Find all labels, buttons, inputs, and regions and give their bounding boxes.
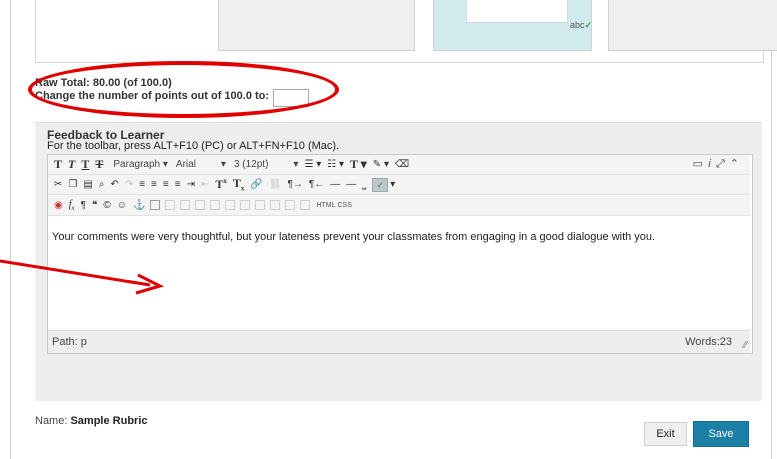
text-color-icon[interactable]: T ▾ xyxy=(350,157,367,172)
line-icon[interactable]: — xyxy=(346,179,356,190)
css-button[interactable]: CSS xyxy=(338,202,352,209)
merge-cells-icon[interactable] xyxy=(300,200,311,210)
paste-icon[interactable]: ▤ xyxy=(83,179,92,190)
horizontal-rule-icon[interactable]: — xyxy=(330,179,340,190)
align-center-icon[interactable]: ≡ xyxy=(151,179,157,190)
ltr-icon[interactable]: ¶→ xyxy=(288,179,303,190)
delete-col-icon[interactable] xyxy=(270,200,281,210)
toolbar-row-2: ✂ ❐ ▤ ⌕ ↶ ↷ ≡ ≡ ≡ ≡ ⇥ ⇤ Tx Tx 🔗 ⛓ ¶→ ¶← … xyxy=(48,175,750,195)
feedback-editor[interactable]: T T T T Paragraph ▾ Arial ▾ 3 (12pt) ▾ ☰… xyxy=(47,154,753,354)
split-cells-icon[interactable] xyxy=(285,200,296,210)
font-dropdown[interactable]: Arial ▾ xyxy=(176,159,226,170)
size-value: 3 (12pt) xyxy=(233,159,269,170)
insert-row-before-icon[interactable] xyxy=(195,200,206,210)
highlight-pen-icon[interactable]: ✎ ▾ xyxy=(373,159,389,170)
resize-grip-icon[interactable]: ⁄⁄ xyxy=(744,340,747,351)
nonbreaking-space-icon[interactable]: ⎵ xyxy=(362,179,366,190)
toolbar-right-icons: ▭𝑖⤢⌃ xyxy=(693,157,744,171)
undo-icon[interactable]: ↶ xyxy=(110,179,118,190)
table-row-props-icon[interactable] xyxy=(165,200,176,210)
feedback-text[interactable]: Your comments were very thoughtful, but … xyxy=(52,231,655,243)
save-button[interactable]: Save xyxy=(693,421,749,447)
spellcheck-button[interactable]: ✓ xyxy=(372,177,389,192)
link-icon[interactable]: 🔗 xyxy=(250,179,262,190)
cut-icon[interactable]: ✂ xyxy=(54,179,62,190)
emoticon-icon[interactable]: ☺ xyxy=(117,200,127,211)
eraser-icon[interactable]: ⌫ xyxy=(395,159,409,170)
outdent-icon[interactable]: ⇤ xyxy=(201,179,209,190)
html-button[interactable]: HTML xyxy=(316,202,335,209)
rtl-icon[interactable]: ¶← xyxy=(309,179,324,190)
element-path: Path: p xyxy=(52,336,87,348)
annotation-ellipse xyxy=(28,61,339,118)
insert-col-after-icon[interactable] xyxy=(255,200,266,210)
rubric-name-value: Sample Rubric xyxy=(70,415,148,427)
numbered-list-icon[interactable]: ☷ ▾ xyxy=(327,159,344,170)
rubric-name-label: Name: xyxy=(35,415,68,427)
size-dropdown[interactable]: 3 (12pt) ▾ xyxy=(234,159,299,170)
paragraph-dropdown[interactable]: Paragraph ▾ xyxy=(113,159,168,170)
fullscreen-icon[interactable]: ⤢ xyxy=(716,158,730,170)
info-icon[interactable]: 𝑖 xyxy=(708,158,716,170)
pilcrow-icon[interactable]: ¶ xyxy=(81,200,86,211)
strikethrough-button[interactable]: T xyxy=(95,157,103,172)
rubric-cell[interactable] xyxy=(218,0,415,51)
indent-icon[interactable]: ⇥ xyxy=(187,179,195,190)
table-cell-props-icon[interactable] xyxy=(180,200,191,210)
toolbar-hint: For the toolbar, press ALT+F10 (PC) or A… xyxy=(47,140,340,152)
anchor-icon[interactable]: ⚓ xyxy=(133,200,145,211)
rubric-cell-row: abc✓ xyxy=(35,0,777,63)
spellcheck-icon: abc✓ xyxy=(570,20,593,30)
math-icon[interactable]: fx xyxy=(69,199,75,212)
collapse-icon[interactable]: ⌃ xyxy=(730,158,744,170)
preview-icon[interactable]: ▭ xyxy=(693,158,708,170)
spellcheck-dropdown-icon[interactable]: ▾ xyxy=(390,179,395,190)
cell-textarea[interactable] xyxy=(466,0,568,23)
rubric-cell-selected[interactable]: abc✓ xyxy=(433,0,592,51)
font-value: Arial xyxy=(175,159,196,170)
toolbar-row-1: T T T T Paragraph ▾ Arial ▾ 3 (12pt) ▾ ☰… xyxy=(48,155,750,175)
italic-button[interactable]: T xyxy=(68,157,75,172)
align-left-icon[interactable]: ≡ xyxy=(139,179,145,190)
toolbar-row-3: ◉ fx ¶ ❝ © ☺ ⚓ HTML CSS xyxy=(48,195,750,216)
unlink-icon[interactable]: ⛓ xyxy=(269,179,282,190)
record-icon[interactable]: ◉ xyxy=(54,200,63,211)
insert-col-before-icon[interactable] xyxy=(240,200,251,210)
delete-row-icon[interactable] xyxy=(225,200,236,210)
table-icon[interactable] xyxy=(150,200,161,210)
paragraph-value: Paragraph xyxy=(113,159,161,170)
annotation-arrow xyxy=(0,259,165,295)
copy-icon[interactable]: ❐ xyxy=(68,179,77,190)
find-icon[interactable]: ⌕ xyxy=(99,179,105,190)
exit-button[interactable]: Exit xyxy=(644,422,687,446)
redo-icon[interactable]: ↷ xyxy=(125,179,133,190)
underline-button[interactable]: T xyxy=(81,157,89,172)
bold-button[interactable]: T xyxy=(54,157,62,172)
editor-status-bar: Path: p Words:23 ⁄⁄ xyxy=(48,330,750,353)
rubric-name: Name: Sample Rubric xyxy=(35,415,148,427)
blockquote-icon[interactable]: ❝ xyxy=(92,200,97,211)
rubric-cell[interactable] xyxy=(608,0,777,51)
align-right-icon[interactable]: ≡ xyxy=(163,179,169,190)
justify-icon[interactable]: ≡ xyxy=(175,179,181,190)
subscript-icon[interactable]: Tx xyxy=(233,176,245,192)
superscript-icon[interactable]: Tx xyxy=(215,177,227,192)
copyright-icon[interactable]: © xyxy=(103,200,110,211)
word-count: Words:23 xyxy=(685,336,732,348)
bullet-list-icon[interactable]: ☰ ▾ xyxy=(304,159,321,170)
insert-row-after-icon[interactable] xyxy=(210,200,221,210)
